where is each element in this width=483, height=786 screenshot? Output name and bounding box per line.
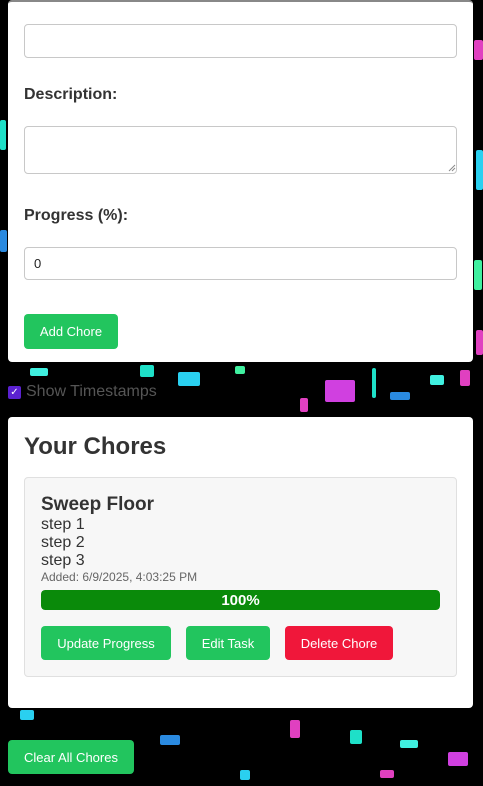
chore-step: step 2: [41, 534, 85, 551]
chore-progress-text: 100%: [221, 591, 260, 609]
update-progress-button[interactable]: Update Progress: [41, 626, 171, 660]
add-chore-form: Description: Progress (%): Add Chore: [8, 0, 473, 362]
clear-all-chores-button[interactable]: Clear All Chores: [8, 740, 134, 774]
delete-chore-button[interactable]: Delete Chore: [285, 626, 393, 660]
chore-list-title: Your Chores: [24, 433, 167, 460]
chore-step: step 3: [41, 552, 85, 569]
resize-handle-icon[interactable]: [448, 164, 456, 172]
title-input[interactable]: [24, 24, 457, 58]
progress-input[interactable]: [24, 247, 457, 280]
chore-timestamp: Added: 6/9/2025, 4:03:25 PM: [41, 570, 198, 584]
show-timestamps-row: ✓ Show Timestamps: [8, 383, 157, 401]
show-timestamps-label[interactable]: Show Timestamps: [26, 383, 157, 401]
show-timestamps-checkbox[interactable]: ✓: [8, 385, 21, 399]
chore-name: Sweep Floor: [41, 494, 154, 515]
chore-progress-bar: 100%: [41, 590, 440, 610]
description-label: Description:: [24, 86, 118, 103]
edit-task-button[interactable]: Edit Task: [186, 626, 270, 660]
description-textarea[interactable]: [24, 126, 457, 174]
progress-label: Progress (%):: [24, 207, 129, 224]
chore-list-card: Your Chores Sweep Floor step 1 step 2 st…: [8, 417, 473, 708]
chore-step: step 1: [41, 516, 85, 533]
add-chore-button[interactable]: Add Chore: [24, 314, 118, 349]
chore-item: Sweep Floor step 1 step 2 step 3 Added: …: [24, 477, 457, 677]
